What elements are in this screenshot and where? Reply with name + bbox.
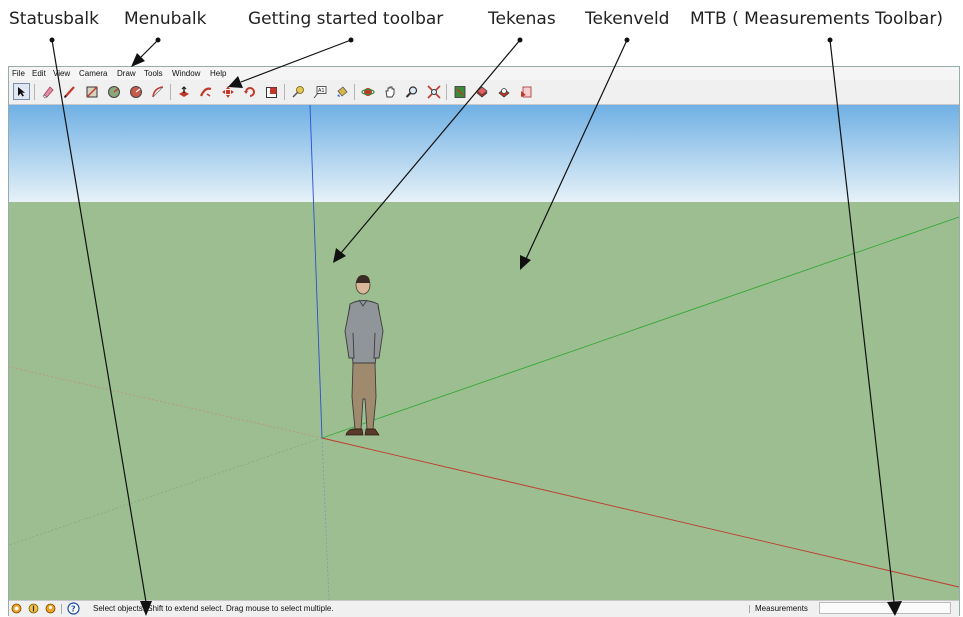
orbit-icon[interactable]: [359, 83, 376, 100]
menu-file[interactable]: File: [12, 69, 25, 78]
label-tekenas: Tekenas: [488, 9, 556, 29]
zoom-extents-icon[interactable]: [425, 83, 442, 100]
geo-location-icon[interactable]: [11, 603, 22, 614]
push-pull-icon[interactable]: [175, 83, 192, 100]
sky: [9, 105, 959, 203]
credits-icon[interactable]: [28, 603, 39, 614]
menu-view[interactable]: View: [53, 69, 70, 78]
drawing-canvas: [9, 105, 959, 600]
extension-warehouse-icon[interactable]: [495, 83, 512, 100]
text-icon[interactable]: A1: [311, 83, 328, 100]
paint-bucket-icon[interactable]: [333, 83, 350, 100]
warehouse-icon[interactable]: [473, 83, 490, 100]
user-account-icon[interactable]: [45, 603, 56, 614]
line-icon[interactable]: [61, 83, 78, 100]
svg-text:?: ?: [71, 605, 76, 614]
measurements-divider: [749, 605, 750, 613]
svg-text:A1: A1: [318, 88, 325, 94]
select-icon[interactable]: [13, 83, 30, 100]
rotate-icon[interactable]: [241, 83, 258, 100]
menu-help[interactable]: Help: [210, 69, 226, 78]
measurements-field[interactable]: [819, 602, 951, 614]
polygon-icon[interactable]: [127, 83, 144, 100]
menu-tools[interactable]: Tools: [144, 69, 163, 78]
tape-measure-icon[interactable]: [289, 83, 306, 100]
menu-window[interactable]: Window: [172, 69, 200, 78]
menu-edit[interactable]: Edit: [32, 69, 46, 78]
help-icon[interactable]: ?: [67, 602, 80, 615]
measurements-label: Measurements: [755, 604, 808, 613]
status-text: Select objects. Shift to extend select. …: [93, 604, 334, 613]
ground: [9, 202, 959, 600]
label-getting-started-toolbar: Getting started toolbar: [248, 9, 444, 29]
menu-camera[interactable]: Camera: [79, 69, 107, 78]
zoom-icon[interactable]: [403, 83, 420, 100]
rectangle-icon[interactable]: [83, 83, 100, 100]
statusbar: ? Select objects. Shift to extend select…: [9, 600, 959, 617]
label-mtb: MTB ( Measurements Toolbar): [690, 9, 943, 29]
label-menubalk: Menubalk: [124, 9, 207, 29]
menubar: File Edit View Camera Draw Tools Window …: [9, 67, 959, 80]
arc-icon[interactable]: [149, 83, 166, 100]
label-tekenveld: Tekenveld: [585, 9, 670, 29]
getting-started-toolbar: A1: [9, 80, 959, 105]
follow-me-icon[interactable]: [197, 83, 214, 100]
model-info-icon[interactable]: [451, 83, 468, 100]
circle-icon[interactable]: [105, 83, 122, 100]
layout-icon[interactable]: [517, 83, 534, 100]
annotation-labels: Statusbalk Menubalk Getting started tool…: [0, 0, 963, 64]
label-statusbalk: Statusbalk: [9, 9, 99, 29]
pan-icon[interactable]: [381, 83, 398, 100]
menu-draw[interactable]: Draw: [117, 69, 136, 78]
scale-icon[interactable]: [263, 83, 280, 100]
sketchup-window: File Edit View Camera Draw Tools Window …: [8, 66, 960, 617]
eraser-icon[interactable]: [39, 83, 56, 100]
drawing-area[interactable]: [9, 105, 959, 600]
statusbar-divider: [61, 604, 62, 614]
move-icon[interactable]: [219, 83, 236, 100]
